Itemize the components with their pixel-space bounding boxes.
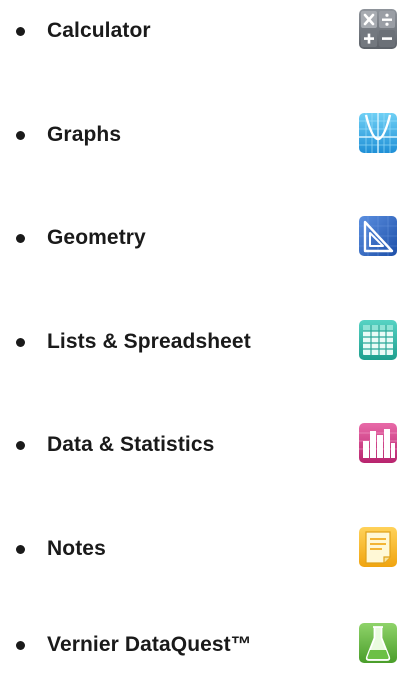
app-list: Calculator Graphs Geometry Lists & Sprea…	[0, 0, 415, 673]
app-item-vernier-dataquest[interactable]: Vernier DataQuest™	[0, 621, 415, 669]
bullet	[16, 641, 25, 650]
app-label-calculator: Calculator	[47, 19, 151, 42]
app-item-data-statistics[interactable]: Data & Statistics	[0, 421, 415, 469]
app-label-vernier-dataquest: Vernier DataQuest™	[47, 633, 252, 656]
bullet	[16, 338, 25, 347]
calculator-icon[interactable]	[358, 7, 398, 51]
app-label-graphs: Graphs	[47, 123, 122, 146]
vernier-dataquest-icon[interactable]	[358, 621, 398, 665]
bullet	[16, 234, 25, 243]
geometry-icon[interactable]	[358, 214, 398, 258]
app-item-graphs[interactable]: Graphs	[0, 111, 415, 159]
graphs-icon[interactable]	[358, 111, 398, 155]
bullet	[16, 545, 25, 554]
lists-spreadsheet-icon[interactable]	[358, 318, 398, 362]
app-item-geometry[interactable]: Geometry	[0, 214, 415, 262]
notes-icon[interactable]	[358, 525, 398, 569]
app-label-geometry: Geometry	[47, 226, 146, 249]
data-statistics-icon[interactable]	[358, 421, 398, 465]
app-label-data-statistics: Data & Statistics	[47, 433, 215, 456]
app-item-lists-spreadsheet[interactable]: Lists & Spreadsheet	[0, 318, 415, 366]
app-item-calculator[interactable]: Calculator	[0, 7, 415, 55]
bullet	[16, 27, 25, 36]
app-item-notes[interactable]: Notes	[0, 525, 415, 573]
app-label-lists-spreadsheet: Lists & Spreadsheet	[47, 330, 251, 353]
app-label-notes: Notes	[47, 537, 106, 560]
bullet	[16, 441, 25, 450]
bullet	[16, 131, 25, 140]
